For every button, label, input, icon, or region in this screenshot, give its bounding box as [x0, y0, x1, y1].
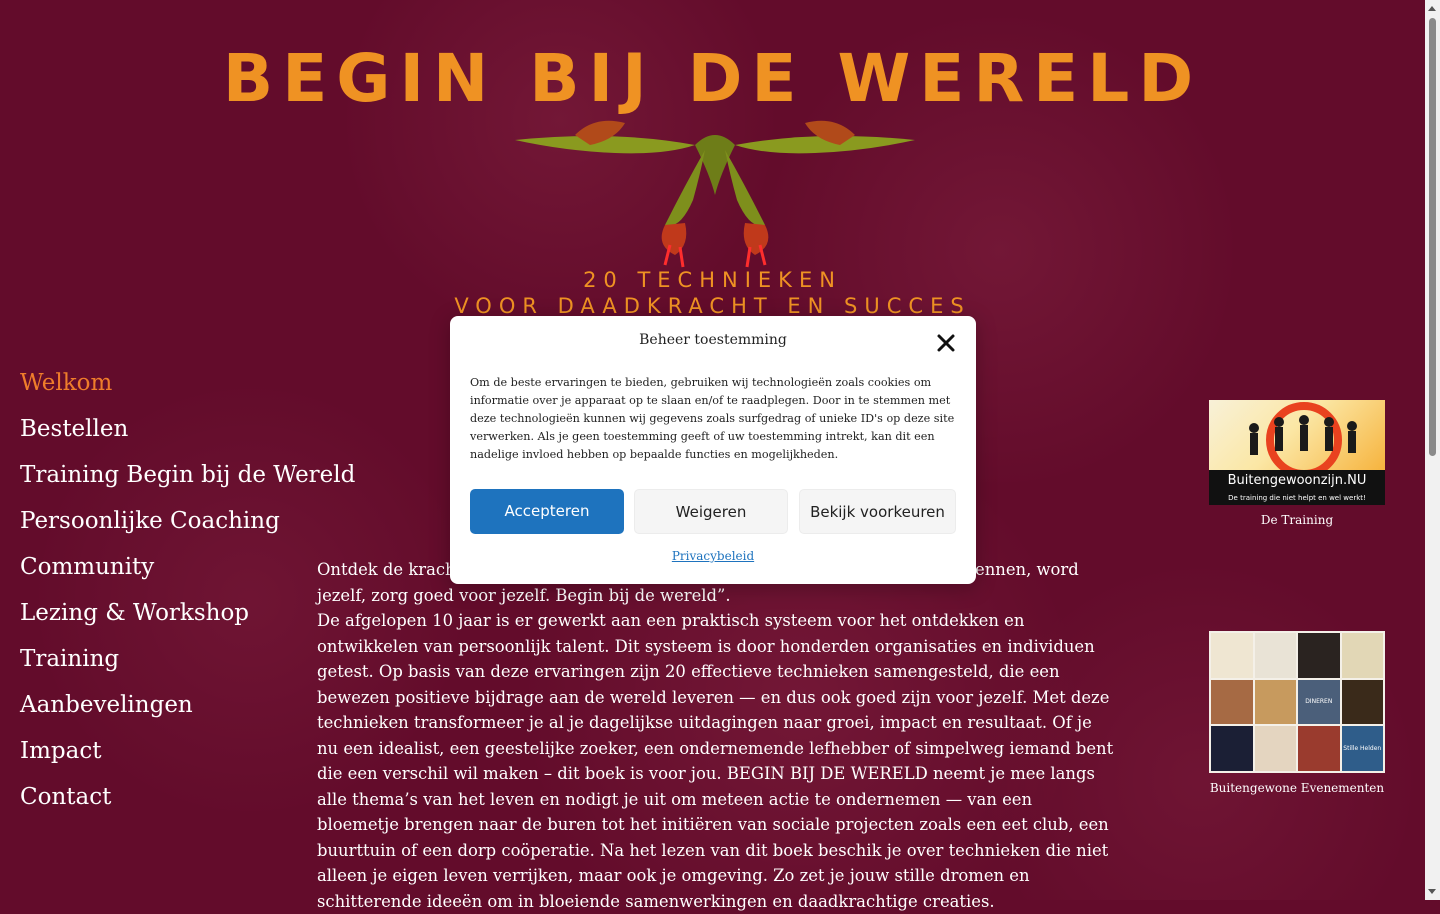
nav-item-community[interactable]: Community — [20, 550, 355, 596]
training-widget[interactable]: Buitengewoonzijn.NU De training die niet… — [1209, 400, 1385, 527]
consent-modal: Beheer toestemming Om de beste ervaringe… — [450, 316, 976, 584]
nav-item-welkom[interactable]: Welkom — [20, 366, 355, 412]
event-tile: DINEREN — [1298, 679, 1340, 725]
training-brand: Buitengewoonzijn.NU — [1209, 470, 1385, 492]
scroll-up-arrow-icon[interactable] — [1428, 6, 1436, 11]
consent-modal-body: Om de beste ervaringen te bieden, gebrui… — [470, 376, 955, 461]
event-tile — [1254, 679, 1296, 725]
nav-item-aanbevelingen[interactable]: Aanbevelingen — [20, 688, 355, 734]
accept-button[interactable]: Accepteren — [470, 489, 624, 534]
nav-item-bestellen[interactable]: Bestellen — [20, 412, 355, 458]
nav-item-persoonlijke-coaching[interactable]: Persoonlijke Coaching — [20, 504, 355, 550]
close-icon[interactable] — [936, 333, 956, 353]
events-widget[interactable]: DINEREN Stille Helden Buitengewone Evene… — [1209, 631, 1385, 795]
events-caption[interactable]: Buitengewone Evenementen — [1209, 781, 1385, 795]
event-tile — [1211, 633, 1253, 678]
body-paragraph: De afgelopen 10 jaar is er gewerkt aan e… — [317, 611, 1114, 911]
event-tile — [1254, 726, 1296, 771]
training-banner-image[interactable]: Buitengewoonzijn.NU De training die niet… — [1209, 400, 1385, 505]
nav-item-contact[interactable]: Contact — [20, 780, 355, 826]
nav-item-impact[interactable]: Impact — [20, 734, 355, 780]
main-content: Ontdek de kracht van samenwerken en de v… — [317, 557, 1117, 914]
dancing-people-icon — [1249, 402, 1357, 478]
training-tagline: De training die niet helpt en wel werkt! — [1209, 492, 1385, 505]
event-tile — [1341, 633, 1383, 678]
view-preferences-button[interactable]: Bekijk voorkeuren — [799, 489, 956, 534]
main-navigation: Welkom Bestellen Training Begin bij de W… — [20, 366, 355, 826]
event-tile — [1254, 633, 1296, 678]
nav-item-training-begin-bij-de-wereld[interactable]: Training Begin bij de Wereld — [20, 458, 355, 504]
subtitle-line-1: 20 TECHNIEKEN — [583, 268, 842, 292]
event-tile — [1211, 679, 1253, 725]
event-tile — [1341, 679, 1383, 725]
scrollbar-thumb[interactable] — [1429, 18, 1436, 456]
event-tile — [1298, 726, 1340, 771]
deny-button[interactable]: Weigeren — [634, 489, 788, 534]
subtitle-line-2: VOOR DAADKRACHT EN SUCCES — [454, 294, 971, 318]
event-tile — [1298, 633, 1340, 678]
consent-modal-title: Beheer toestemming — [639, 332, 787, 348]
page-scrollbar[interactable] — [1425, 0, 1440, 900]
event-tile — [1211, 726, 1253, 771]
training-caption[interactable]: De Training — [1209, 513, 1385, 527]
nav-item-training[interactable]: Training — [20, 642, 355, 688]
nav-item-lezing-workshop[interactable]: Lezing & Workshop — [20, 596, 355, 642]
event-tile: Stille Helden — [1341, 726, 1383, 771]
scroll-down-arrow-icon[interactable] — [1428, 889, 1436, 894]
privacy-policy-link[interactable]: Privacybeleid — [450, 549, 976, 563]
flower-illustration — [515, 120, 915, 268]
events-collage-image[interactable]: DINEREN Stille Helden — [1209, 631, 1385, 773]
